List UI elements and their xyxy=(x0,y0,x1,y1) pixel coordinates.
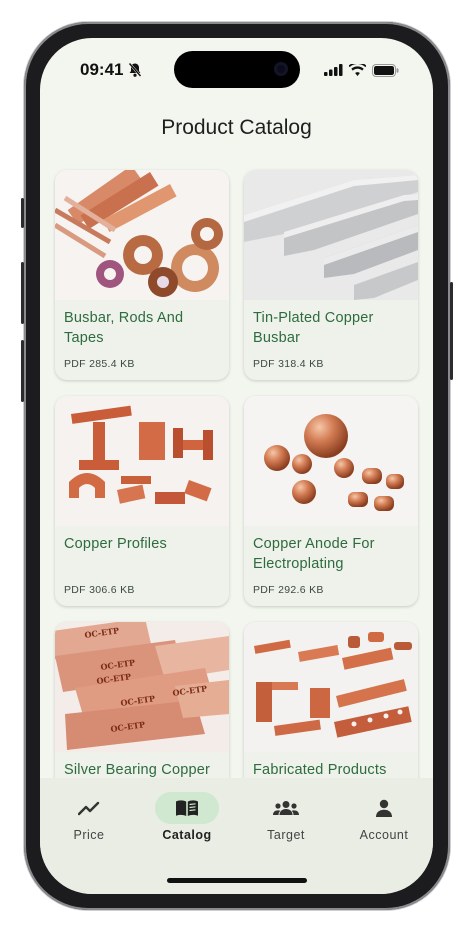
tin-plated-busbar-photo xyxy=(244,170,418,300)
nav-label: Price xyxy=(73,828,105,842)
copper-profiles-photo xyxy=(55,396,229,526)
volume-up-button xyxy=(21,262,24,324)
nav-tab-account[interactable]: Account xyxy=(336,792,432,842)
action-button xyxy=(21,198,24,228)
oc-etp-copper-sheets-photo: OC-ETP OC-ETP OC-ETP OC-ETP OC-ETP OC-ET… xyxy=(55,622,229,752)
product-card[interactable]: Busbar, Rods And Tapes PDF 285.4 KB xyxy=(55,170,229,380)
volume-down-button xyxy=(21,340,24,402)
dynamic-island xyxy=(174,51,300,88)
product-name: Silver Bearing Copper xyxy=(64,762,211,778)
fabricated-copper-parts-photo xyxy=(244,622,418,752)
cellular-signal-icon xyxy=(324,64,343,76)
book-open-icon xyxy=(176,800,198,816)
status-time: 09:41 xyxy=(80,60,124,79)
front-camera-icon xyxy=(274,62,288,76)
copper-busbar-rods-tapes-photo xyxy=(55,170,229,300)
product-card[interactable]: Copper Anode For Electroplating PDF 292.… xyxy=(244,396,418,606)
product-name: Copper Profiles xyxy=(64,536,167,552)
copper-anode-balls-photo xyxy=(244,396,418,526)
battery-icon xyxy=(372,63,399,77)
home-indicator[interactable] xyxy=(167,878,307,883)
nav-tab-catalog[interactable]: Catalog xyxy=(139,792,235,842)
nav-pill xyxy=(57,792,121,824)
file-meta: PDF 292.6 KB xyxy=(253,584,324,596)
group-icon xyxy=(273,801,299,815)
product-card[interactable]: Tin-Plated Copper Busbar PDF 318.4 KB xyxy=(244,170,418,380)
file-meta: PDF 318.4 KB xyxy=(253,358,324,370)
nav-label: Catalog xyxy=(162,828,212,842)
app-screen: 09:41 Product Catalog Busbar, Rods And T… xyxy=(40,38,433,894)
nav-pill xyxy=(352,792,416,824)
nav-label: Target xyxy=(267,828,305,842)
product-name: Copper Anode For Electroplating xyxy=(253,536,375,572)
product-name: Busbar, Rods And Tapes xyxy=(64,310,184,346)
status-icons xyxy=(324,63,399,77)
nav-tab-price[interactable]: Price xyxy=(41,792,137,842)
page-title: Product Catalog xyxy=(161,116,312,139)
bottom-navigation: Price Catalog Target Account xyxy=(40,778,433,894)
nav-tab-target[interactable]: Target xyxy=(238,792,334,842)
status-bar: 09:41 xyxy=(40,38,433,98)
trending-up-icon xyxy=(78,801,100,816)
file-meta: PDF 285.4 KB xyxy=(64,358,135,370)
nav-pill xyxy=(254,792,318,824)
wifi-icon xyxy=(349,64,366,76)
product-name: Tin-Plated Copper Busbar xyxy=(253,310,374,346)
product-card[interactable]: Copper Profiles PDF 306.6 KB xyxy=(55,396,229,606)
nav-label: Account xyxy=(359,828,409,842)
product-grid: Busbar, Rods And Tapes PDF 285.4 KB Tin-… xyxy=(55,170,418,832)
person-icon xyxy=(376,799,392,817)
product-name: Fabricated Products xyxy=(253,762,387,778)
power-button xyxy=(450,282,453,380)
silent-bell-icon xyxy=(128,62,142,83)
file-meta: PDF 306.6 KB xyxy=(64,584,135,596)
nav-pill-active xyxy=(155,792,219,824)
